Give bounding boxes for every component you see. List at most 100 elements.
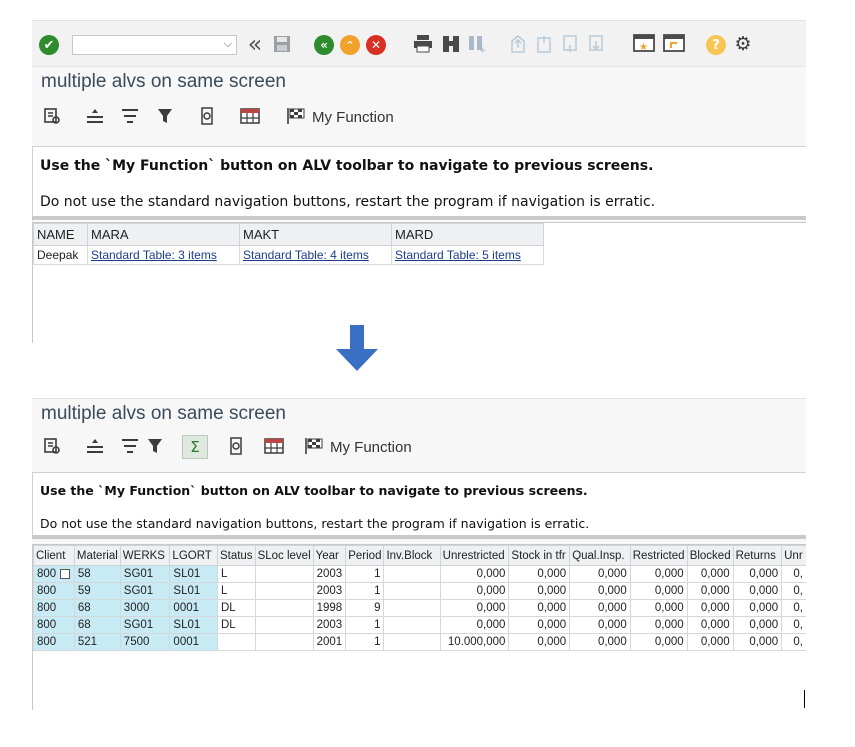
column-header-makt[interactable]: MAKT (239, 223, 392, 246)
table-cell[interactable]: 1 (345, 633, 385, 651)
splitter-bar[interactable] (32, 216, 806, 220)
table-cell[interactable]: 0,000 (439, 616, 510, 634)
table-cell[interactable]: 2003 (312, 565, 347, 583)
my-function-button[interactable]: My Function (312, 109, 394, 126)
table-row[interactable]: 800 59 SG01 SL01 L 2003 1 0,000 0,000 0,000 0,000 0… (33, 582, 806, 600)
table-cell[interactable]: 0,000 (686, 582, 734, 600)
table-cell[interactable]: SG01 (119, 616, 171, 634)
table-cell[interactable]: 1998 (312, 599, 347, 617)
column-header-returns[interactable]: Returns (732, 545, 783, 566)
save-icon[interactable] (272, 34, 292, 54)
details-icon[interactable] (43, 437, 61, 460)
column-header-unrestricted[interactable]: Unrestricted (439, 545, 510, 566)
cell-table-link[interactable]: Standard Table: 5 items (391, 245, 544, 265)
table-cell[interactable]: 800 (33, 582, 75, 600)
column-header-restricted[interactable]: Restricted (629, 545, 688, 566)
table-cell[interactable]: 0, (781, 565, 806, 583)
exit-orange-icon[interactable]: ⌃ (340, 35, 360, 55)
flag-icon[interactable] (304, 437, 324, 460)
column-header-stock-in-tfr[interactable]: Stock in tfr (508, 545, 571, 566)
table-row[interactable]: 800 521 7500 0001 2001 1 10.000,000 0,000 0,000 0… (33, 633, 806, 651)
gear-icon[interactable]: ⚙ (732, 33, 754, 55)
column-header-lgort[interactable]: LGORT (169, 545, 218, 566)
column-header-mara[interactable]: MARA (87, 223, 240, 246)
table-cell[interactable]: 0,000 (569, 565, 631, 583)
table-cell[interactable]: SL01 (169, 565, 218, 583)
double-chevron-left-icon[interactable]: « (242, 30, 268, 58)
find-icon[interactable] (440, 33, 462, 55)
table-cell[interactable]: 0,000 (732, 616, 783, 634)
table-cell[interactable]: 68 (73, 616, 121, 634)
table-cell[interactable]: 0,000 (686, 565, 734, 583)
table-cell[interactable]: 0,000 (732, 633, 783, 651)
create-session-icon[interactable]: ★ (632, 33, 656, 55)
table-cell[interactable]: 0,000 (629, 616, 688, 634)
table-cell[interactable] (254, 582, 314, 600)
print-preview-icon[interactable] (197, 107, 217, 130)
table-cell[interactable]: 800 (33, 599, 75, 617)
table-cell[interactable]: 1 (345, 565, 385, 583)
column-header-unr[interactable]: Unr (781, 545, 806, 566)
filter-icon[interactable] (146, 437, 164, 460)
find-next-icon[interactable]: + (466, 33, 488, 55)
table-cell[interactable]: 2001 (312, 633, 347, 651)
table-cell[interactable]: 1 (345, 582, 385, 600)
table-cell[interactable]: 1 (345, 616, 385, 634)
cancel-red-icon[interactable]: ✕ (366, 35, 386, 55)
sort-ascending-icon[interactable] (85, 437, 105, 460)
column-header-material[interactable]: Material (73, 545, 121, 566)
details-icon[interactable] (43, 107, 61, 130)
table-cell[interactable] (216, 633, 256, 651)
previous-page-icon[interactable] (534, 34, 554, 54)
table-cell[interactable]: 0001 (169, 633, 218, 651)
cell-table-link[interactable]: Standard Table: 3 items (87, 245, 240, 265)
table-cell[interactable] (254, 633, 314, 651)
column-header-mard[interactable]: MARD (391, 223, 544, 246)
table-cell[interactable]: 0,000 (439, 582, 510, 600)
column-header-year[interactable]: Year (312, 545, 347, 566)
table-cell[interactable]: 0,000 (732, 565, 783, 583)
table-cell[interactable]: 0,000 (508, 616, 571, 634)
print-icon[interactable] (412, 34, 434, 54)
table-cell[interactable]: 0,000 (569, 633, 631, 651)
nested-table-link[interactable]: Standard Table: 3 items (91, 248, 217, 262)
nested-table-link[interactable]: Standard Table: 5 items (395, 248, 521, 262)
flag-icon[interactable] (286, 107, 306, 130)
command-field[interactable]: ⌵ (72, 35, 237, 56)
table-cell[interactable]: 0,000 (686, 616, 734, 634)
table-cell[interactable]: 0, (781, 582, 806, 600)
table-cell[interactable]: 0,000 (508, 582, 571, 600)
table-cell[interactable] (383, 599, 441, 617)
first-page-icon[interactable] (508, 34, 528, 54)
table-cell[interactable]: SG01 (119, 582, 171, 600)
print-preview-icon[interactable] (226, 437, 246, 460)
table-cell[interactable] (383, 616, 441, 634)
table-cell[interactable]: 0,000 (508, 633, 571, 651)
table-cell[interactable]: SL01 (169, 616, 218, 634)
table-cell[interactable]: 0001 (169, 599, 218, 617)
splitter-bar[interactable] (32, 535, 806, 539)
table-cell[interactable]: 3000 (119, 599, 171, 617)
table-cell[interactable]: 0,000 (508, 565, 571, 583)
column-header-client[interactable]: Client (33, 545, 75, 566)
table-cell[interactable]: 0,000 (508, 599, 571, 617)
table-cell[interactable]: 2003 (312, 582, 347, 600)
table-cell[interactable]: SG01 (119, 565, 171, 583)
cell-table-link[interactable]: Standard Table: 4 items (239, 245, 392, 265)
table-cell[interactable]: 0,000 (686, 599, 734, 617)
help-icon[interactable]: ? (706, 35, 726, 55)
table-cell[interactable]: 0,000 (686, 633, 734, 651)
table-row[interactable]: 800 58 SG01 SL01 L 2003 1 0,000 0,000 0,000 0,000 0… (33, 565, 806, 583)
back-green-icon[interactable]: « (314, 35, 334, 55)
enter-check-icon[interactable]: ✔ (39, 35, 59, 55)
layout-icon[interactable] (240, 107, 260, 130)
table-cell[interactable] (254, 565, 314, 583)
table-cell[interactable]: 7500 (119, 633, 171, 651)
table-cell[interactable]: 58 (73, 565, 121, 583)
table-cell[interactable]: 0, (781, 633, 806, 651)
last-page-icon[interactable] (586, 34, 606, 54)
table-cell[interactable]: 0,000 (732, 599, 783, 617)
table-cell[interactable]: 0,000 (569, 616, 631, 634)
table-cell[interactable]: 0, (781, 616, 806, 634)
table-cell[interactable]: SL01 (169, 582, 218, 600)
